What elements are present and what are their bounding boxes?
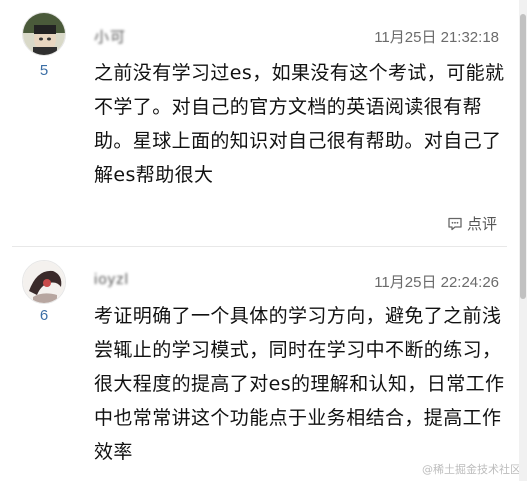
comment-item: 6 ioyzl 11月25日 22:24:26 考证明确了一个具体的学习方向，避… <box>0 250 519 481</box>
user-level: 5 <box>39 62 49 79</box>
comment-time: 11月25日 22:24:26 <box>374 274 499 291</box>
watermark: @稀土掘金技术社区 <box>422 463 521 476</box>
comment-item: 5 小可 11月25日 21:32:18 之前没有学习过es，如果没有这个考试，… <box>0 0 519 250</box>
username[interactable]: ioyzl <box>94 271 129 288</box>
avatar[interactable] <box>22 12 66 56</box>
reply-label: 点评 <box>466 215 497 233</box>
user-level: 6 <box>39 307 49 324</box>
comment-divider <box>12 246 507 247</box>
username[interactable]: 小可 <box>94 26 126 47</box>
comment-content: 之前没有学习过es，如果没有这个考试，可能就不学了。对自己的官方文档的英语阅读很… <box>94 62 505 186</box>
scrollbar[interactable] <box>519 0 527 481</box>
comment-bubble-icon <box>447 216 463 232</box>
scrollbar-thumb[interactable] <box>520 14 526 299</box>
avatar[interactable] <box>22 260 66 304</box>
comment-content: 考证明确了一个具体的学习方向，避免了之前浅尝辄止的学习模式，同时在学习中不断的练… <box>94 305 505 463</box>
reply-button[interactable]: 点评 <box>447 213 497 234</box>
comment-time: 11月25日 21:32:18 <box>374 29 499 46</box>
